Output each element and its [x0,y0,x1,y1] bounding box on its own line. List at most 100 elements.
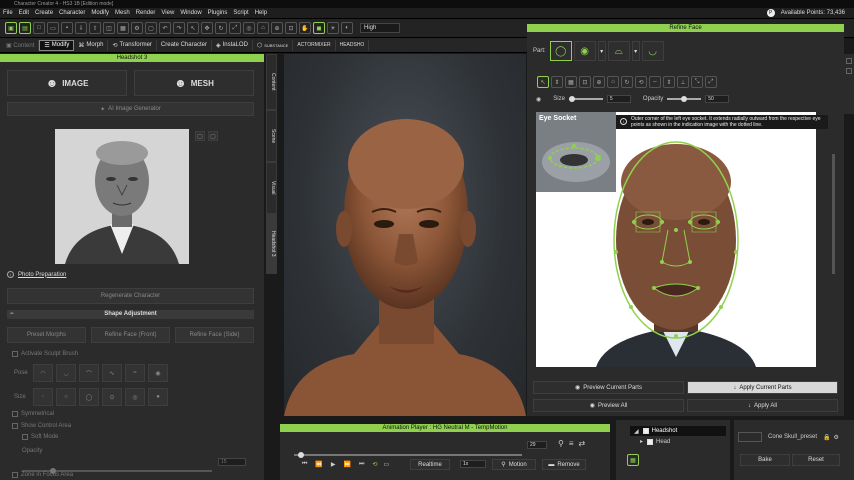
brush-size-icon-1[interactable]: ◦ [33,388,53,406]
brush-size-icon-4[interactable]: ⊙ [102,388,122,406]
brush-pose-icon-5[interactable]: ≈ [125,364,145,382]
motion-button[interactable]: ⚲ Motion [492,459,536,470]
refine-face-front-button[interactable]: Refine Face (Front) [91,327,170,343]
play-icon[interactable]: ▶ [331,461,336,468]
undo-icon[interactable]: ↶ [159,22,171,34]
settings-icon[interactable]: ⚙ [131,22,143,34]
next-frame-icon[interactable]: ⏩ [344,461,351,468]
tab-scene[interactable]: Scene [266,110,277,162]
speed-select[interactable]: 1x [460,460,486,468]
headshot-button[interactable]: HEADSHO [336,39,370,51]
show-control-area-option[interactable]: Show Control Area [12,423,71,429]
brush-size-icon-6[interactable]: ● [148,388,168,406]
refine-size-slider[interactable] [568,96,603,102]
edit-mode-icon[interactable]: ▤ [19,22,31,34]
regenerate-character-button[interactable]: Regenerate Character [7,288,254,304]
rotate-tool-icon[interactable]: ↻ [621,76,633,88]
timeline-icon[interactable]: ≡ [569,439,574,448]
soft-mode-option[interactable]: Soft Mode [22,434,58,440]
refine-opacity-slider[interactable] [667,96,702,102]
soft-mode-checkbox[interactable] [22,434,28,440]
photo-option-icon-1[interactable]: ▢ [195,131,205,141]
brush-opacity-value[interactable]: 15 [218,458,246,466]
actormixer-button[interactable]: ACTORMIXER [293,39,336,51]
brush-pose-icon-2[interactable]: ◡ [56,364,76,382]
part-face-icon[interactable]: ◯ [549,41,572,61]
transformer-button[interactable]: ⟲ Transformer [108,39,157,51]
image-mode-button[interactable]: ☻ IMAGE [7,70,127,96]
photo-option-icon-2[interactable]: ▢ [208,131,218,141]
ai-image-generator-button[interactable]: ✦ AI Image Generator [7,102,254,116]
activate-sculpt-brush[interactable]: Activate Sculpt Brush [12,351,78,357]
lock-icon[interactable]: 🔒 [823,434,830,441]
mirror-v-icon[interactable]: ⇕ [663,76,675,88]
brush-size-icon-3[interactable]: ◯ [79,388,99,406]
menu-window[interactable]: Window [180,10,201,16]
go-start-icon[interactable]: ⏮ [302,461,307,468]
quality-select[interactable]: High [360,23,400,33]
zoom-tool-icon[interactable]: ⊕ [593,76,605,88]
refine-opacity-value[interactable]: 50 [705,95,730,103]
render-icon[interactable]: ◫ [103,22,115,34]
visibility-eye-icon[interactable]: ◉ [536,96,541,103]
morph-button[interactable]: ⌘ Morph [74,39,109,51]
headshot-toggle-icon[interactable]: ◼ [313,22,325,34]
photo-preparation-link[interactable]: i Photo Preparation [7,271,66,278]
brush-pose-icon-1[interactable]: ◠ [33,364,53,382]
refine-face-scrollbar[interactable] [832,154,835,274]
menu-create[interactable]: Create [35,10,53,16]
preview-current-parts-button[interactable]: ◉ Preview Current Parts [533,381,684,394]
unlink-tool-icon[interactable]: ⤢ [705,76,717,88]
tab-visual[interactable]: Visual [266,162,277,214]
remove-button[interactable]: ▬ Remove [542,459,586,470]
menu-view[interactable]: View [161,10,174,16]
create-character-button[interactable]: Create Character [157,39,212,51]
mirror-h-icon[interactable]: ⇔ [649,76,661,88]
apply-current-parts-button[interactable]: ↓ Apply Current Parts [687,381,838,394]
brush-pose-icon-3[interactable]: ⌒ [79,364,99,382]
zone-in-focus-option[interactable]: Zone in Focus Area [12,472,73,478]
reset-button[interactable]: Reset [792,454,840,466]
scale-icon[interactable]: ⤢ [229,22,241,34]
home-icon[interactable]: ⌂ [257,22,269,34]
menu-mesh[interactable]: Mesh [115,10,130,16]
headshot-visibility-checkbox[interactable] [642,428,649,434]
apply-all-button[interactable]: ↓ Apply All [687,399,838,412]
dock-icon-1[interactable] [846,58,852,64]
select-icon[interactable]: ↖ [187,22,199,34]
brush-pose-icon-4[interactable]: ∿ [102,364,122,382]
redo-icon[interactable]: ↷ [173,22,185,34]
frame-icon[interactable]: ⊡ [285,22,297,34]
part-eye-dropdown-icon[interactable]: ▾ [597,41,606,61]
tab-content[interactable]: Content [266,54,277,110]
new-file-icon[interactable]: □ [33,22,45,34]
light-icon[interactable]: ☀ [327,22,339,34]
activate-sculpt-checkbox[interactable] [12,351,18,357]
camera-icon[interactable]: ◎ [243,22,255,34]
modify-button[interactable]: ☰ Modify [39,39,75,51]
display-icon[interactable]: ◐ [341,22,353,34]
tree-collapse-icon[interactable]: ▸ [640,438,643,445]
home-tool-icon[interactable]: ⌂ [607,76,619,88]
range-icon[interactable]: ▭ [383,461,389,468]
prev-frame-icon[interactable]: ⏪ [315,461,322,468]
scene-tree-icon[interactable]: ▦ [627,454,639,466]
loop-icon[interactable]: ⟲ [372,461,377,468]
refine-size-value[interactable]: 5 [606,95,631,103]
bake-button[interactable]: Bake [740,454,790,466]
menu-character[interactable]: Character [59,10,85,16]
move-icon[interactable]: ✥ [201,22,213,34]
3d-viewport[interactable] [284,54,526,416]
dock-icon-2[interactable] [846,68,852,74]
substance-button[interactable]: ⬡ SUBSTANCE [253,39,294,51]
pan-icon[interactable]: ✋ [299,22,311,34]
menu-script[interactable]: Script [233,10,248,16]
brush-pose-icon-6[interactable]: ◉ [148,364,168,382]
realtime-button[interactable]: Realtime [410,459,450,470]
link-tool-icon[interactable]: ⤡ [691,76,703,88]
brush-size-icon-5[interactable]: ◎ [125,388,145,406]
symmetrical-option[interactable]: Symmetrical [12,411,54,417]
zoom-icon[interactable]: ⊕ [271,22,283,34]
part-nose-icon[interactable]: ⌓ [607,41,630,61]
instalod-button[interactable]: ◈ InstaLOD [212,39,253,51]
